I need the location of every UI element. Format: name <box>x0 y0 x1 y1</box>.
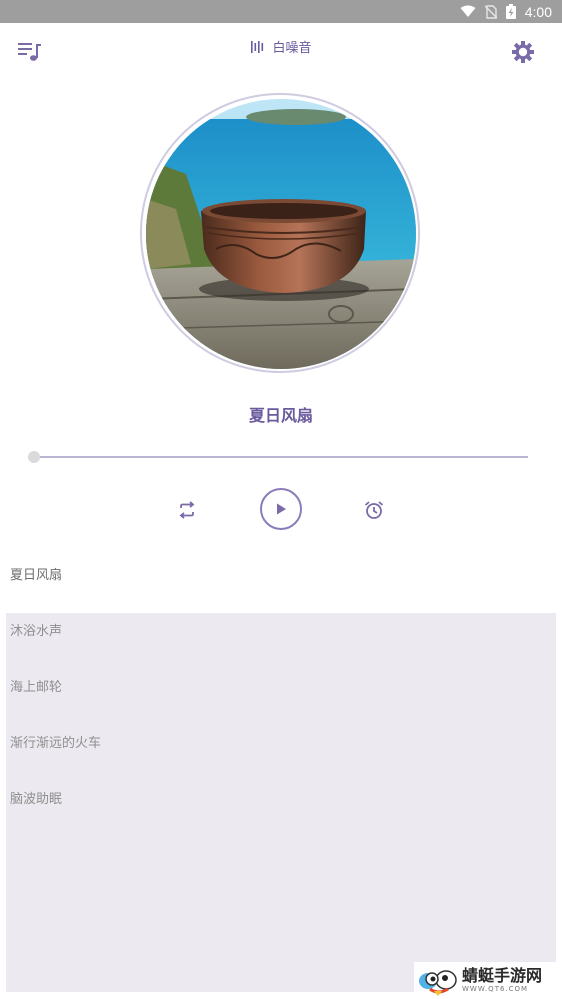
status-icons: 4:00 <box>460 0 552 23</box>
play-icon <box>277 503 286 515</box>
watermark-brand: 蜻蜓手游网 <box>462 966 543 985</box>
alarm-button[interactable] <box>363 499 385 521</box>
repeat-button[interactable] <box>176 499 198 521</box>
dragonfly-logo-icon <box>419 969 457 996</box>
cover-image <box>146 99 416 369</box>
list-item[interactable]: 脑波助眠 <box>6 776 556 832</box>
list-item[interactable]: 渐行渐远的火车 <box>6 720 556 776</box>
list-item[interactable]: 海上邮轮 <box>6 664 556 720</box>
battery-charging-icon <box>505 4 516 19</box>
settings-gear-icon <box>512 41 534 63</box>
play-button[interactable] <box>260 488 302 530</box>
progress-thumb[interactable] <box>28 451 40 463</box>
no-sim-icon <box>484 4 497 19</box>
watermark: 蜻蜓手游网 WWW.QT6.COM <box>414 962 562 999</box>
track-list: 夏日风扇 沐浴水声 海上邮轮 渐行渐远的火车 脑波助眠 <box>6 552 556 992</box>
list-item[interactable]: 沐浴水声 <box>6 608 556 664</box>
track-title: 夏日风扇 <box>248 406 313 425</box>
sound-bars-icon <box>251 40 264 53</box>
progress-bar[interactable] <box>34 456 528 458</box>
singing-bowl-photo <box>146 99 416 369</box>
app-title: 白噪音 <box>272 41 312 56</box>
status-time: 4:00 <box>524 3 552 20</box>
settings-button[interactable] <box>510 39 536 65</box>
app-bar: 白噪音 <box>0 23 562 78</box>
alarm-clock-icon <box>364 501 384 519</box>
watermark-site: WWW.QT6.COM <box>462 985 529 993</box>
list-item[interactable]: 夏日风扇 <box>6 552 556 608</box>
app-title-group: 白噪音 <box>0 37 562 56</box>
wifi-icon <box>460 5 476 17</box>
status-bar: 4:00 <box>0 0 562 23</box>
repeat-icon <box>179 501 195 519</box>
